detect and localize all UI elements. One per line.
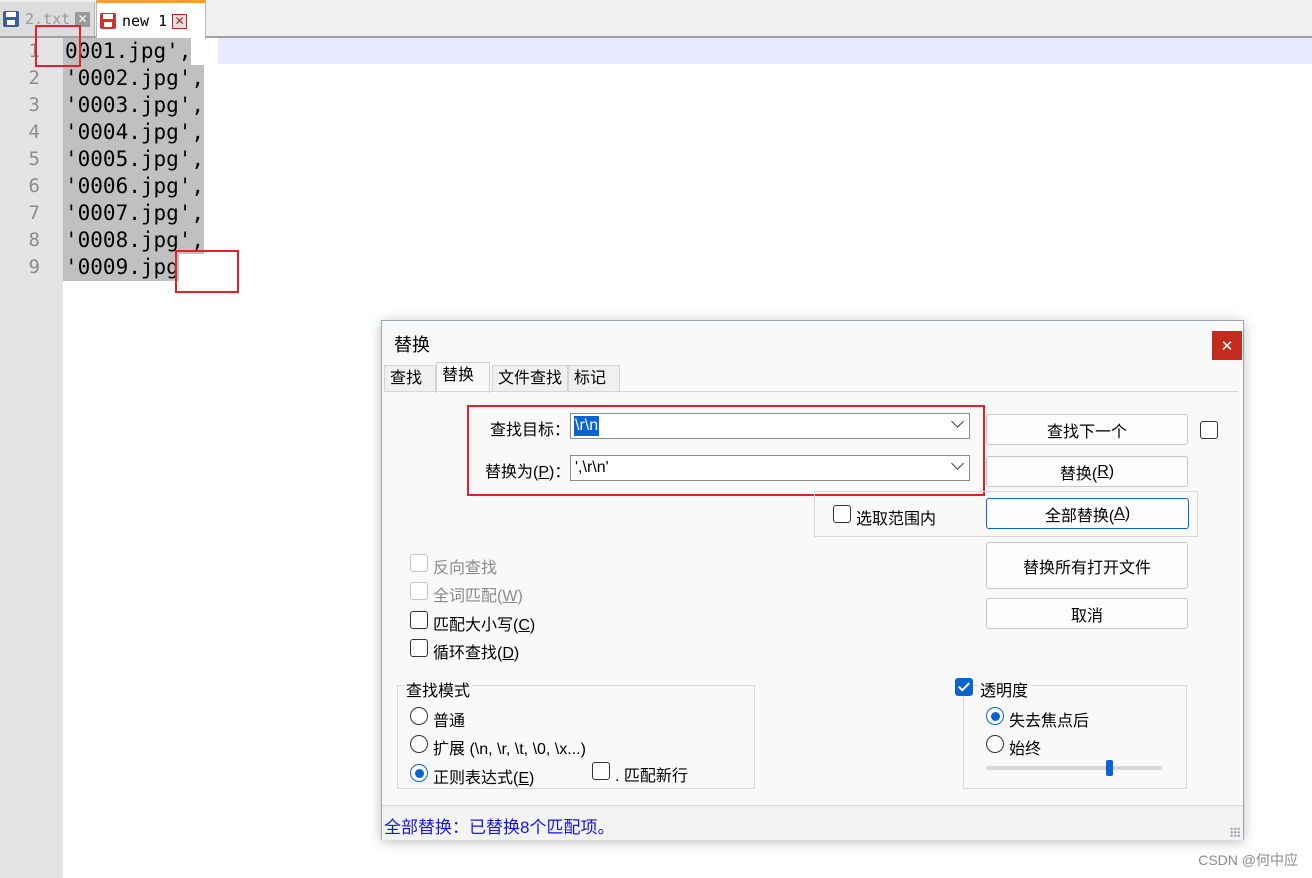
code-line: '0009.jpg xyxy=(63,254,179,281)
dialog-title: 替换 xyxy=(394,335,430,355)
code-line: '0005.jpg', xyxy=(63,146,205,173)
close-tab-icon[interactable]: ✕ xyxy=(172,13,188,29)
line-number: 3 xyxy=(28,94,40,116)
replace-dialog: 替换 ✕ 查找 替换 文件查找 标记 查找目标： \r\n 替换为(P)： ',… xyxy=(381,320,1244,840)
tab-find-in-files[interactable]: 文件查找 xyxy=(492,365,568,392)
tab-find[interactable]: 查找 xyxy=(384,365,436,392)
unsaved-file-icon xyxy=(100,13,116,29)
code-line: '0002.jpg', xyxy=(63,65,205,92)
in-selection-label: 选取范围内 xyxy=(856,511,937,528)
transparency-checkbox[interactable] xyxy=(955,678,973,696)
line-number: 5 xyxy=(28,148,40,170)
mode-regex-label: 正则表达式(E) xyxy=(433,770,535,787)
in-selection-checkbox[interactable] xyxy=(833,505,851,523)
mode-extended-label: 扩展 (\n, \r, \t, \0, \x...) xyxy=(433,741,586,758)
search-mode-title: 查找模式 xyxy=(404,677,473,701)
tab-replace[interactable]: 替换 xyxy=(436,362,490,393)
replace-all-open-files-button[interactable]: 替换所有打开文件 xyxy=(986,542,1188,589)
code-line: '0004.jpg', xyxy=(63,119,205,146)
document-tab-bar: 2.txt ✕ new 1 ✕ xyxy=(0,0,1312,39)
whole-word-checkbox[interactable] xyxy=(410,582,428,600)
mode-normal-label: 普通 xyxy=(433,713,466,730)
current-line-highlight xyxy=(218,38,1312,64)
code-line: '0003.jpg', xyxy=(63,92,205,119)
line-number-gutter: 1 2 3 4 5 6 7 8 9 xyxy=(0,38,63,878)
code-line: '0006.jpg', xyxy=(63,173,205,200)
line-number: 6 xyxy=(28,175,40,197)
tab-mark[interactable]: 标记 xyxy=(568,365,620,392)
annotation-box-fields xyxy=(467,405,985,496)
code-line: '0007.jpg', xyxy=(63,200,205,227)
transparency-slider-thumb[interactable] xyxy=(1105,760,1113,776)
replace-all-button[interactable]: 全部替换(A) xyxy=(986,498,1189,529)
line-number: 7 xyxy=(28,202,40,224)
transparency-label: 透明度 xyxy=(978,677,1031,701)
annotation-box-line-end xyxy=(175,250,239,293)
tab-label: new 1 xyxy=(122,12,168,30)
dot-matches-newline-label: . 匹配新行 xyxy=(615,768,688,785)
dot-matches-newline-checkbox[interactable] xyxy=(592,762,610,780)
mode-regex-radio[interactable] xyxy=(410,764,428,782)
backward-checkbox[interactable] xyxy=(410,554,428,572)
mode-extended-radio[interactable] xyxy=(410,735,428,753)
match-case-checkbox[interactable] xyxy=(410,611,428,629)
wrap-around-label: 循环查找(D) xyxy=(433,645,520,662)
tab-new-1[interactable]: new 1 ✕ xyxy=(96,0,206,39)
on-lose-focus-radio[interactable] xyxy=(986,707,1004,725)
line-number: 1 xyxy=(28,40,40,62)
match-case-label: 匹配大小写(C) xyxy=(433,617,536,634)
close-icon[interactable]: ✕ xyxy=(1212,331,1242,360)
line-number: 2 xyxy=(28,67,40,89)
find-next-button[interactable]: 查找下一个 xyxy=(986,414,1188,445)
line-number: 8 xyxy=(28,229,40,251)
transparency-slider[interactable] xyxy=(986,766,1162,770)
code-line: 0001.jpg', xyxy=(63,38,192,65)
line-number: 4 xyxy=(28,121,40,143)
watermark: CSDN @何中应 xyxy=(1198,852,1298,868)
dialog-status-bar: 全部替换：已替换8个匹配项。 xyxy=(382,805,1243,840)
mode-normal-radio[interactable] xyxy=(410,707,428,725)
cancel-button[interactable]: 取消 xyxy=(986,598,1188,629)
annotation-box-line-start xyxy=(35,25,81,67)
replace-button[interactable]: 替换(R) xyxy=(986,456,1188,487)
wrap-around-checkbox[interactable] xyxy=(410,639,428,657)
always-label: 始终 xyxy=(1009,741,1042,758)
line-number: 9 xyxy=(28,256,40,278)
on-lose-focus-label: 失去焦点后 xyxy=(1009,713,1090,730)
always-radio[interactable] xyxy=(986,735,1004,753)
find-next-option-checkbox[interactable] xyxy=(1200,421,1218,439)
resize-grip-icon[interactable] xyxy=(1230,827,1240,837)
backward-label: 反向查找 xyxy=(433,560,498,577)
status-message: 全部替换：已替换8个匹配项。 xyxy=(384,818,615,837)
whole-word-label: 全词匹配(W) xyxy=(433,588,523,605)
saved-file-icon xyxy=(3,11,19,27)
